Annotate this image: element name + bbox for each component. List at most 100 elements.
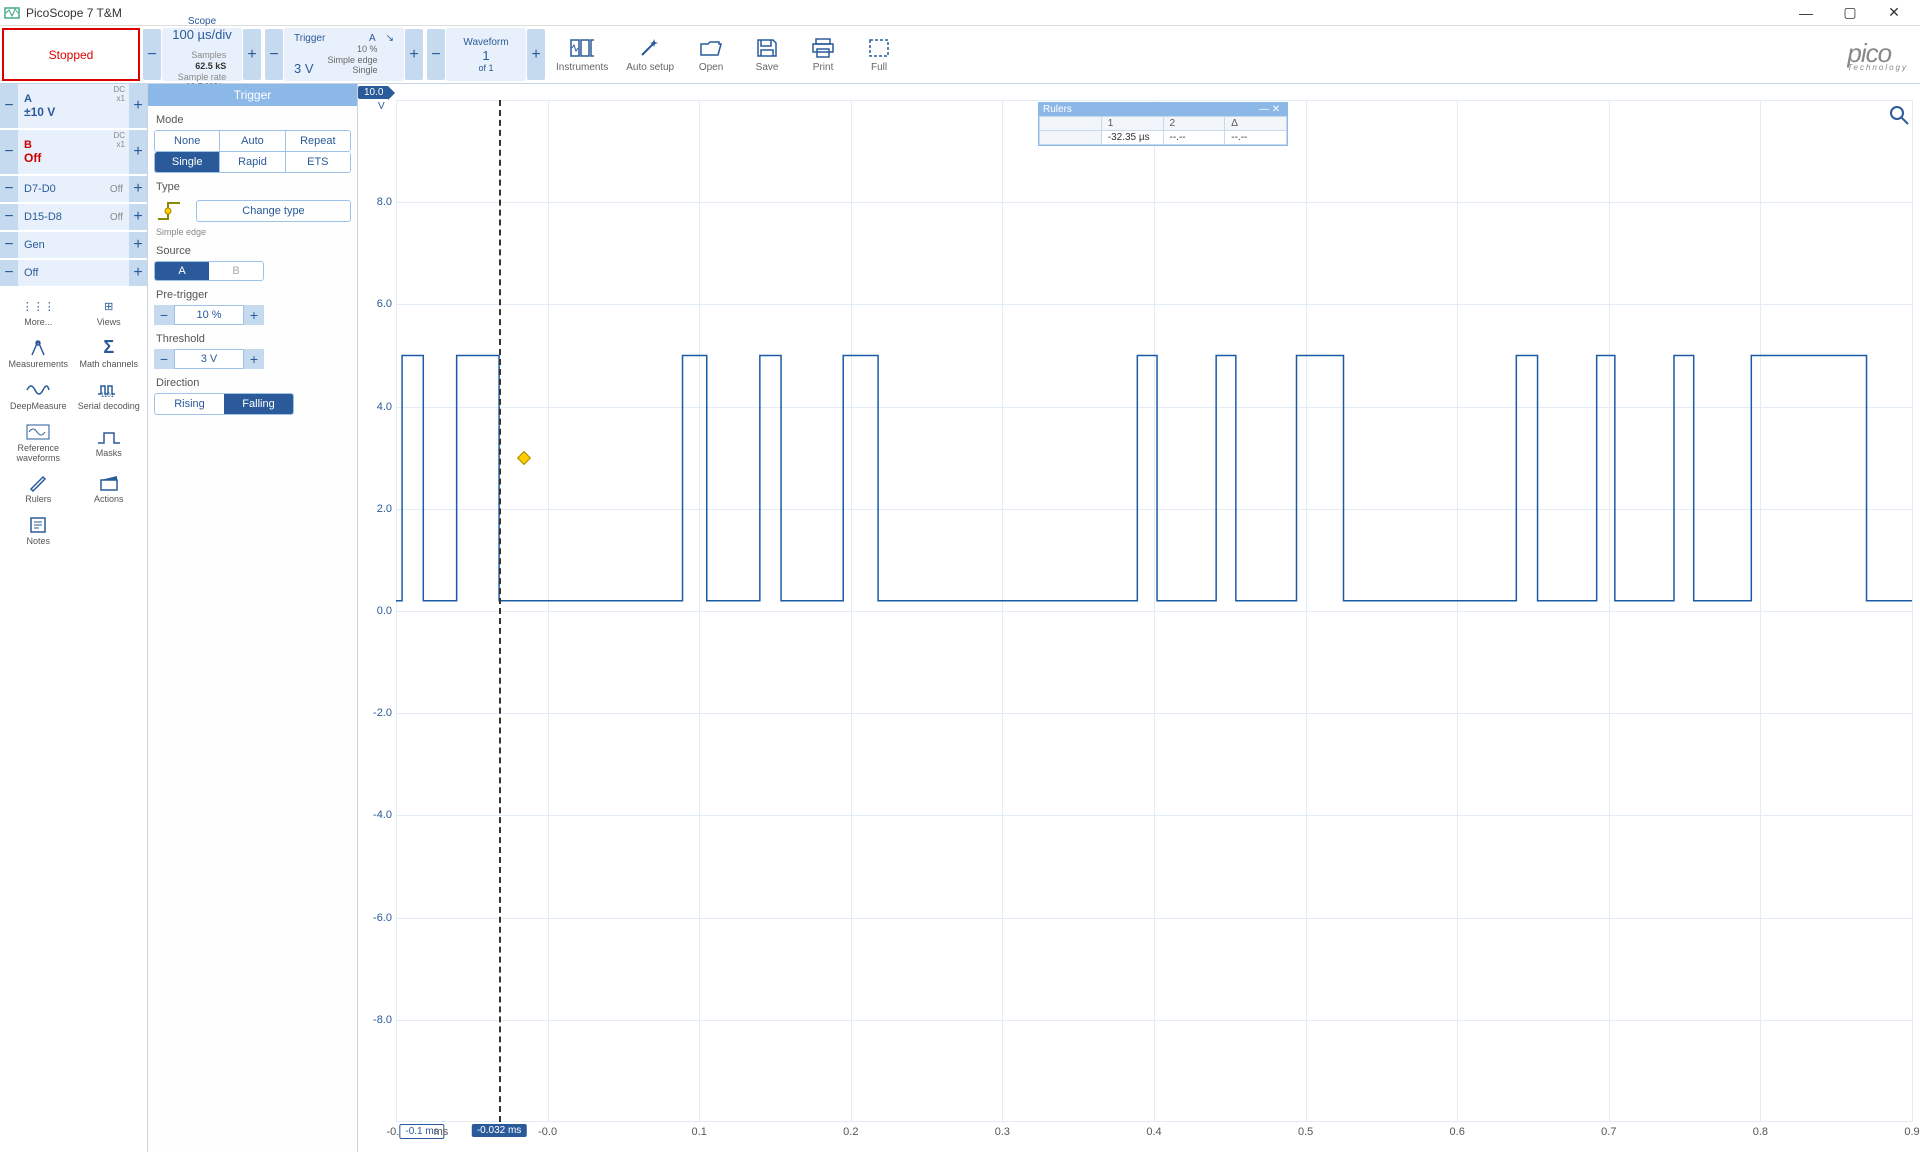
channel-d15d8-row: − D15-D8 Off +: [0, 204, 147, 230]
serial-decoding-button[interactable]: 1101Serial decoding: [75, 376, 144, 416]
deepmeasure-button[interactable]: DeepMeasure: [4, 376, 73, 416]
direction-falling[interactable]: Falling: [224, 394, 293, 414]
source-b[interactable]: B: [209, 262, 263, 280]
d15d8-minus[interactable]: −: [0, 204, 18, 230]
change-type-button[interactable]: Change type: [196, 200, 351, 222]
y-range-flag[interactable]: 10.0: [358, 86, 389, 99]
open-button[interactable]: Open: [684, 28, 738, 81]
trigger-settings[interactable]: Trigger A ↘ 3 V 10 % Simple edge Single: [284, 28, 404, 81]
trigger-panel: Trigger Mode None Auto Repeat Single Rap…: [148, 84, 358, 1152]
instruments-button[interactable]: Instruments: [548, 28, 616, 81]
minimize-button[interactable]: —: [1784, 0, 1828, 26]
mode-repeat[interactable]: Repeat: [286, 131, 350, 151]
more-button[interactable]: ⋮⋮⋮More...: [4, 292, 73, 332]
actions-button[interactable]: Actions: [75, 469, 144, 509]
trigger-block: − Trigger A ↘ 3 V 10 % Simple edge Singl…: [264, 28, 424, 81]
waveform-prev[interactable]: −: [427, 29, 445, 80]
trigger-minus[interactable]: −: [265, 29, 283, 80]
mode-none[interactable]: None: [155, 131, 220, 151]
channel-b-button[interactable]: B Off DCx1: [18, 130, 129, 174]
channel-strip: − A ±10 V DCx1 + − B Off DCx1 + − D7-D0 …: [0, 84, 148, 1152]
pretrigger-minus[interactable]: −: [154, 305, 174, 325]
mode-rapid[interactable]: Rapid: [220, 152, 285, 172]
mode-ets[interactable]: ETS: [286, 152, 350, 172]
maximize-button[interactable]: ▢: [1828, 0, 1872, 26]
pretrigger-value[interactable]: 10 %: [174, 305, 244, 325]
gen-button[interactable]: Gen: [18, 232, 129, 258]
clapper-icon: [97, 473, 121, 493]
measurements-button[interactable]: Measurements: [4, 334, 73, 374]
instruments-icon: [570, 36, 594, 60]
math-channels-button[interactable]: ΣMath channels: [75, 334, 144, 374]
d15d8-plus[interactable]: +: [129, 204, 147, 230]
pretrigger-plus[interactable]: +: [244, 305, 264, 325]
mode-auto[interactable]: Auto: [220, 131, 285, 151]
auto-setup-button[interactable]: Auto setup: [618, 28, 682, 81]
notes-button[interactable]: Notes: [4, 511, 73, 551]
full-button[interactable]: Full: [852, 28, 906, 81]
threshold-minus[interactable]: −: [154, 349, 174, 369]
sigma-icon: Σ: [97, 338, 121, 358]
run-stop-button[interactable]: Stopped: [2, 28, 140, 81]
gen-row: − Gen +: [0, 232, 147, 258]
channel-b-minus[interactable]: −: [0, 130, 18, 174]
channel-a-minus[interactable]: −: [0, 84, 18, 128]
timebase-plus[interactable]: +: [243, 29, 261, 80]
waveform-block: − Waveform 1 of 1 +: [426, 28, 546, 81]
d7d0-plus[interactable]: +: [129, 176, 147, 202]
notes-icon: [26, 515, 50, 535]
compass-icon: [26, 338, 50, 358]
side-tool-grid: ⋮⋮⋮More... ⊞Views Measurements ΣMath cha…: [0, 288, 147, 555]
y-unit-label: V: [378, 101, 385, 112]
channel-a-button[interactable]: A ±10 V DCx1: [18, 84, 129, 128]
close-button[interactable]: ✕: [1872, 0, 1916, 26]
threshold-plus[interactable]: +: [244, 349, 264, 369]
source-a[interactable]: A: [155, 262, 209, 280]
print-button[interactable]: Print: [796, 28, 850, 81]
rulers-box[interactable]: Rulers — ✕ 12Δ -32.35 µs--.----.--: [1038, 102, 1288, 146]
masks-button[interactable]: Masks: [75, 418, 144, 468]
folder-open-icon: [699, 36, 723, 60]
waveform-next[interactable]: +: [527, 29, 545, 80]
trigger-plus[interactable]: +: [405, 29, 423, 80]
window-title: PicoScope 7 T&M: [26, 6, 1784, 20]
rulers-table: 12Δ -32.35 µs--.----.--: [1039, 116, 1287, 145]
source-selector: A B: [154, 261, 264, 281]
channel-a-icon: A: [369, 33, 376, 44]
threshold-value[interactable]: 3 V: [174, 349, 244, 369]
off-minus[interactable]: −: [0, 260, 18, 286]
d7d0-minus[interactable]: −: [0, 176, 18, 202]
print-icon: [811, 36, 835, 60]
app-icon: [4, 5, 20, 21]
d15d8-button[interactable]: D15-D8 Off: [18, 204, 129, 230]
timebase-minus[interactable]: −: [143, 29, 161, 80]
direction-rising[interactable]: Rising: [155, 394, 224, 414]
rulers-minimize-icon[interactable]: —: [1259, 104, 1269, 115]
waveform-nav[interactable]: Waveform 1 of 1: [446, 28, 526, 81]
main-toolbar: Stopped − Scope 100 µs/div Samples 62.5 …: [0, 26, 1920, 84]
gen-plus[interactable]: +: [129, 232, 147, 258]
off-button[interactable]: Off: [18, 260, 129, 286]
mode-row-1: None Auto Repeat: [154, 130, 351, 152]
channel-b-plus[interactable]: +: [129, 130, 147, 174]
window-titlebar: PicoScope 7 T&M — ▢ ✕: [0, 0, 1920, 26]
scope-settings[interactable]: Scope 100 µs/div Samples 62.5 kS Sample …: [162, 28, 242, 81]
d7d0-button[interactable]: D7-D0 Off: [18, 176, 129, 202]
save-button[interactable]: Save: [740, 28, 794, 81]
rulers-button[interactable]: Rulers: [4, 469, 73, 509]
channel-a-plus[interactable]: +: [129, 84, 147, 128]
wand-icon: [638, 36, 662, 60]
mode-label: Mode: [156, 114, 351, 126]
mode-single[interactable]: Single: [155, 152, 220, 172]
scope-plot[interactable]: -0.1-0.00.10.20.30.40.50.60.70.80.98.06.…: [396, 100, 1912, 1122]
falling-edge-icon: ↘: [386, 33, 394, 44]
gen-minus[interactable]: −: [0, 232, 18, 258]
reference-waveforms-button[interactable]: Reference waveforms: [4, 418, 73, 468]
source-label: Source: [156, 245, 351, 257]
off-plus[interactable]: +: [129, 260, 147, 286]
views-button[interactable]: ⊞Views: [75, 292, 144, 332]
scope-block: − Scope 100 µs/div Samples 62.5 kS Sampl…: [142, 28, 262, 81]
rulers-close-icon[interactable]: ✕: [1269, 104, 1283, 115]
svg-text:1101: 1101: [101, 393, 115, 398]
direction-selector: Rising Falling: [154, 393, 294, 415]
